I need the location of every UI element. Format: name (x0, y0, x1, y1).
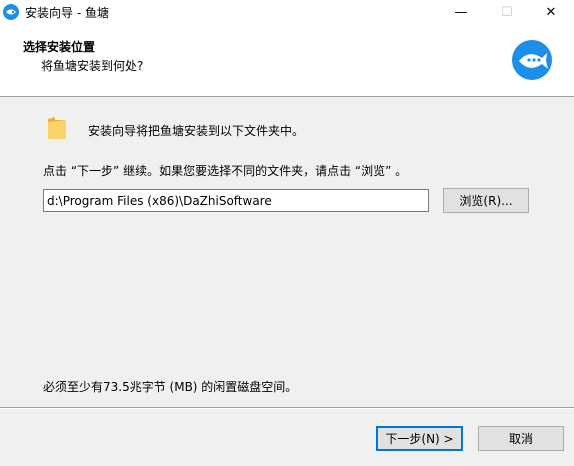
footer-divider (0, 407, 574, 409)
intro-text: 安装向导将把鱼塘安装到以下文件夹中。 (88, 124, 305, 138)
window-title: 安装向导 - 鱼塘 (25, 6, 109, 20)
page-subtitle: 将鱼塘安装到何处? (41, 59, 144, 73)
disk-space-text: 必须至少有73.5兆字节 (MB) 的闲置磁盘空间。 (43, 380, 298, 394)
cancel-button[interactable]: 取消 (478, 426, 564, 451)
next-button[interactable]: 下一步(N) > (376, 426, 463, 451)
installer-window: 安装向导 - 鱼塘 — ☐ ✕ 选择安装位置 将鱼塘安装到何处? 安装向导将把鱼… (0, 0, 574, 466)
title-bar: 安装向导 - 鱼塘 — ☐ ✕ (0, 0, 574, 24)
minimize-button[interactable]: — (438, 0, 484, 24)
app-logo-icon (3, 4, 19, 20)
instruction-text: 点击 “下一步” 继续。如果您要选择不同的文件夹，请点击 “浏览” 。 (43, 164, 408, 178)
maximize-button[interactable]: ☐ (484, 0, 530, 24)
browse-button[interactable]: 浏览(R)... (443, 188, 529, 213)
folder-icon (48, 117, 66, 139)
wizard-header: 选择安装位置 将鱼塘安装到何处? (0, 24, 574, 97)
close-button[interactable]: ✕ (528, 0, 574, 24)
page-title: 选择安装位置 (23, 40, 96, 54)
install-path-input[interactable] (43, 189, 429, 212)
fish-logo-icon (512, 40, 552, 80)
